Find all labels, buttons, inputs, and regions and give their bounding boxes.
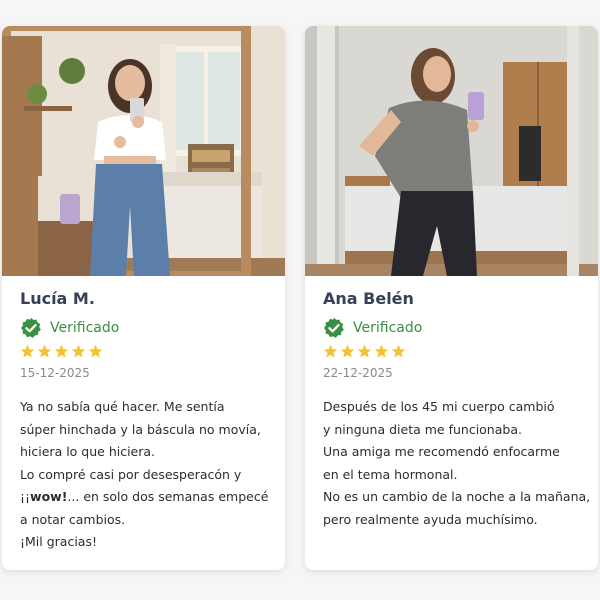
review-card-lucia: Lucía M. Verificado 15-12-2025 Ya no sab…: [2, 26, 285, 570]
review-text-fragment: ... en solo dos semanas empecé: [67, 489, 269, 504]
reviewer-name: Ana Belén: [323, 289, 414, 308]
star-icon: [391, 344, 406, 359]
review-body-lucia: Lucía M. Verificado 15-12-2025 Ya no sab…: [20, 288, 275, 554]
star-icon: [88, 344, 103, 359]
review-line: Después de los 45 mi cuerpo cambió: [323, 399, 555, 414]
verified-label: Verificado: [50, 320, 120, 336]
star-icon: [340, 344, 355, 359]
star-icon: [54, 344, 69, 359]
review-line: Ya no sabía qué hacer. Me sentía: [20, 399, 225, 414]
review-line: No es un cambio de la noche a la mañana,: [323, 489, 591, 504]
review-line: súper hinchada y la báscula no movía,: [20, 421, 261, 437]
review-text: Después de los 45 mi cuerpo cambió y nin…: [323, 396, 591, 531]
verified-check-icon: [323, 317, 345, 339]
verified-label: Verificado: [353, 320, 423, 336]
review-card-ana: Ana Belén Verificado 22-12-2025 Después …: [305, 26, 598, 570]
star-icon: [37, 344, 52, 359]
star-icon: [357, 344, 372, 359]
review-emphasis: wow!: [30, 489, 68, 504]
review-line: hiciera lo que hiciera.: [20, 444, 156, 459]
star-icon: [323, 344, 338, 359]
verified-badge: Verificado: [323, 316, 588, 340]
review-date: 22-12-2025: [323, 366, 393, 380]
review-line: en el tema hormonal.: [323, 466, 458, 482]
review-line: a notar cambios.: [20, 511, 126, 527]
review-line: ¡Mil gracias!: [20, 534, 97, 549]
review-line: Una amiga me recomendó enfocarme: [323, 444, 560, 459]
star-icon: [374, 344, 389, 359]
review-date: 15-12-2025: [20, 366, 90, 380]
verified-badge: Verificado: [20, 316, 275, 340]
review-line: ¡¡wow!... en solo dos semanas empecé: [20, 486, 275, 509]
star-rating: [20, 344, 275, 360]
review-photo-ana: [305, 26, 598, 276]
review-line: pero realmente ayuda muchísimo.: [323, 511, 538, 527]
star-icon: [71, 344, 86, 359]
review-photo-lucia: [2, 26, 285, 276]
verified-check-icon: [20, 317, 42, 339]
review-line: Lo compré casi por desesperacón y: [20, 466, 242, 482]
review-body-ana: Ana Belén Verificado 22-12-2025 Después …: [323, 288, 591, 531]
review-line: y ninguna dieta me funcionaba.: [323, 421, 522, 437]
reviewer-name: Lucía M.: [20, 289, 95, 308]
star-icon: [20, 344, 35, 359]
star-rating: [323, 344, 588, 360]
review-text-fragment: ¡¡: [20, 489, 31, 504]
review-text: Ya no sabía qué hacer. Me sentía súper h…: [20, 396, 275, 554]
